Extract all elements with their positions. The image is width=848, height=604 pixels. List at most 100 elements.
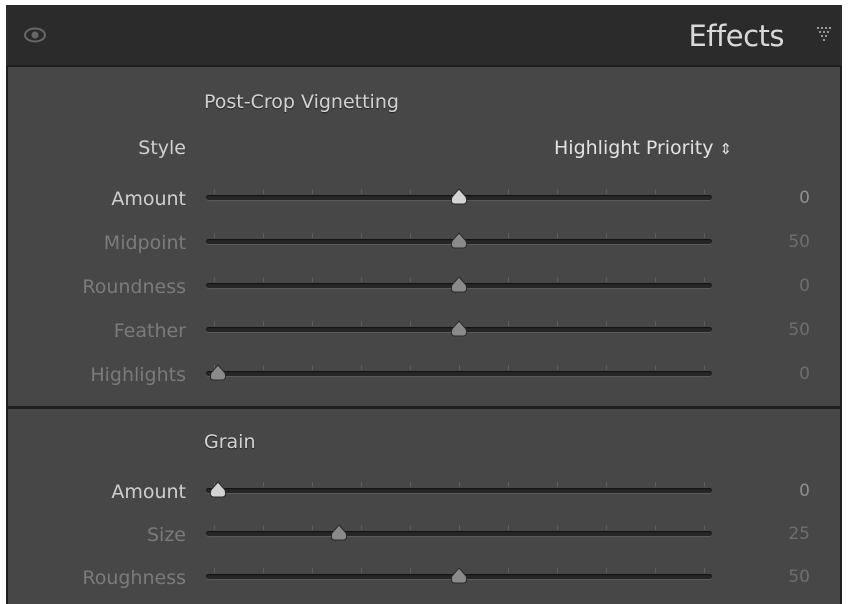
- slider-tick: [606, 568, 607, 573]
- slider-tick: [263, 233, 264, 238]
- eye-icon[interactable]: [24, 27, 46, 43]
- amount-slider[interactable]: [206, 183, 712, 213]
- highlights-slider-track[interactable]: [206, 371, 712, 376]
- amount-value[interactable]: 0: [799, 481, 810, 501]
- slider-tick: [704, 189, 705, 194]
- slider-tick: [606, 189, 607, 194]
- slider-tick: [410, 568, 411, 573]
- slider-tick: [214, 277, 215, 282]
- size-label: Size: [146, 524, 186, 546]
- slider-tick: [704, 525, 705, 530]
- slider-tick: [361, 233, 362, 238]
- slider-tick: [459, 365, 460, 370]
- slider-tick: [557, 277, 558, 282]
- slider-tick: [214, 568, 215, 573]
- slider-tick: [655, 233, 656, 238]
- slider-tick: [655, 568, 656, 573]
- slider-tick: [655, 482, 656, 487]
- size-value[interactable]: 25: [788, 524, 810, 544]
- roughness-value[interactable]: 50: [788, 567, 810, 587]
- slider-row-size: Size 25: [8, 519, 840, 549]
- effects-panel: Effects Post-Crop Vignetting Style Highl…: [6, 5, 842, 604]
- slider-tick: [361, 321, 362, 326]
- midpoint-slider-thumb[interactable]: [449, 232, 469, 250]
- highlights-slider[interactable]: [206, 359, 712, 389]
- highlights-value[interactable]: 0: [799, 364, 810, 384]
- slider-tick: [557, 189, 558, 194]
- size-slider-track[interactable]: [206, 531, 712, 536]
- slider-tick: [508, 277, 509, 282]
- slider-tick: [704, 482, 705, 487]
- updown-arrows-icon: ⇕: [719, 140, 733, 158]
- amount-value[interactable]: 0: [799, 188, 810, 208]
- slider-tick: [312, 277, 313, 282]
- slider-tick: [606, 525, 607, 530]
- midpoint-value[interactable]: 50: [788, 232, 810, 252]
- feather-slider-thumb[interactable]: [449, 320, 469, 338]
- feather-slider[interactable]: [206, 315, 712, 345]
- slider-tick: [655, 525, 656, 530]
- roundness-value[interactable]: 0: [799, 276, 810, 296]
- slider-tick: [704, 321, 705, 326]
- slider-tick: [312, 233, 313, 238]
- style-label: Style: [138, 137, 186, 159]
- amount-slider[interactable]: [206, 476, 712, 506]
- roughness-slider[interactable]: [206, 562, 712, 592]
- roughness-slider-thumb[interactable]: [449, 567, 469, 585]
- style-value: Highlight Priority: [554, 137, 714, 159]
- slider-tick: [263, 277, 264, 282]
- slider-row-roundness: Roundness 0: [8, 271, 840, 301]
- slider-tick: [410, 233, 411, 238]
- slider-tick: [557, 482, 558, 487]
- size-slider[interactable]: [206, 519, 712, 549]
- amount-slider-thumb[interactable]: [208, 481, 228, 499]
- size-slider-thumb[interactable]: [329, 524, 349, 542]
- slider-tick: [508, 365, 509, 370]
- slider-tick: [263, 568, 264, 573]
- midpoint-slider[interactable]: [206, 227, 712, 257]
- slider-tick: [361, 277, 362, 282]
- style-select[interactable]: Highlight Priority ⇕: [554, 137, 732, 159]
- slider-tick: [410, 277, 411, 282]
- slider-tick: [312, 525, 313, 530]
- slider-tick: [312, 482, 313, 487]
- slider-row-amount: Amount 0: [8, 476, 840, 506]
- feather-value[interactable]: 50: [788, 320, 810, 340]
- amount-slider-thumb[interactable]: [449, 188, 469, 206]
- panel-menu-triangle-icon[interactable]: [817, 27, 833, 41]
- amount-slider-track[interactable]: [206, 488, 712, 493]
- slider-tick: [410, 525, 411, 530]
- slider-tick: [459, 482, 460, 487]
- post-crop-vignetting-section: Post-Crop Vignetting Style Highlight Pri…: [8, 67, 840, 406]
- slider-tick: [508, 189, 509, 194]
- slider-tick: [263, 365, 264, 370]
- slider-row-highlights: Highlights 0: [8, 359, 840, 389]
- slider-row-feather: Feather 50: [8, 315, 840, 345]
- slider-tick: [508, 482, 509, 487]
- panel-header[interactable]: Effects: [6, 5, 842, 65]
- slider-tick: [214, 525, 215, 530]
- roundness-label: Roundness: [82, 276, 186, 298]
- slider-tick: [704, 365, 705, 370]
- slider-tick: [606, 233, 607, 238]
- slider-tick: [459, 525, 460, 530]
- slider-tick: [606, 321, 607, 326]
- slider-tick: [508, 525, 509, 530]
- amount-label: Amount: [111, 188, 186, 210]
- slider-tick: [214, 189, 215, 194]
- slider-tick: [557, 321, 558, 326]
- roundness-slider[interactable]: [206, 271, 712, 301]
- slider-tick: [557, 365, 558, 370]
- slider-row-midpoint: Midpoint 50: [8, 227, 840, 257]
- slider-tick: [557, 568, 558, 573]
- slider-tick: [606, 277, 607, 282]
- slider-tick: [263, 321, 264, 326]
- slider-tick: [312, 189, 313, 194]
- highlights-slider-thumb[interactable]: [208, 364, 228, 382]
- slider-tick: [508, 321, 509, 326]
- vignetting-title: Post-Crop Vignetting: [204, 91, 399, 113]
- roundness-slider-thumb[interactable]: [449, 276, 469, 294]
- slider-tick: [312, 365, 313, 370]
- slider-tick: [410, 189, 411, 194]
- slider-tick: [606, 482, 607, 487]
